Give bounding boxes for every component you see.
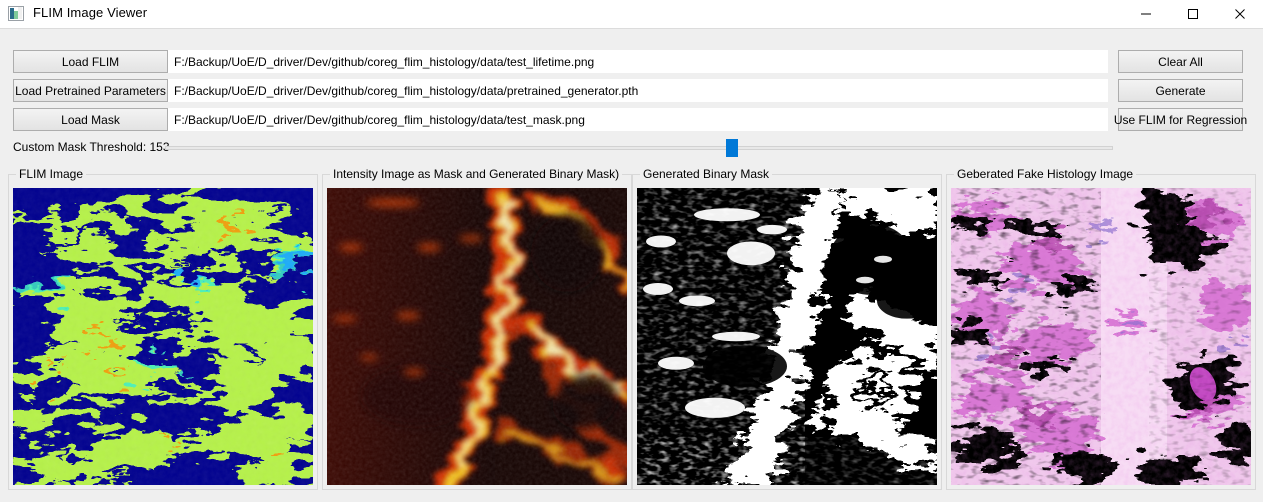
load-flim-button[interactable]: Load FLIM <box>13 50 168 73</box>
generate-button[interactable]: Generate <box>1118 79 1243 102</box>
panel-generated-binary-mask-legend: Generated Binary Mask <box>640 167 773 181</box>
load-pretrained-parameters-button[interactable]: Load Pretrained Parameters <box>13 79 168 102</box>
custom-mask-threshold-label: Custom Mask Threshold: 153 <box>13 140 170 154</box>
title-bar: FLIM Image Viewer <box>0 0 1263 29</box>
panel-fake-histology-image-legend: Geberated Fake Histology Image <box>954 167 1137 181</box>
panel-generated-binary-mask: Generated Binary Mask <box>632 167 942 490</box>
binary-mask-canvas <box>637 188 937 485</box>
fake-histology-he-stain-image <box>951 188 1251 485</box>
flim-image-canvas <box>13 188 313 485</box>
panel-fake-histology-image: Geberated Fake Histology Image <box>946 167 1256 490</box>
binary-black-white-mask-image <box>637 188 937 485</box>
custom-mask-threshold-slider[interactable] <box>165 139 1113 157</box>
intensity-image-canvas <box>327 188 627 485</box>
maximize-icon[interactable] <box>1170 0 1216 28</box>
slider-handle[interactable] <box>726 139 738 157</box>
use-flim-for-regression-button[interactable]: Use FLIM for Regression <box>1114 108 1247 131</box>
fake-histology-canvas <box>951 188 1251 485</box>
minimize-icon[interactable] <box>1123 0 1169 28</box>
flim-lifetime-jet-image <box>13 188 313 485</box>
slider-track[interactable] <box>165 146 1113 150</box>
load-mask-button[interactable]: Load Mask <box>13 108 168 131</box>
panel-flim-image: FLIM Image <box>8 167 318 490</box>
window-title: FLIM Image Viewer <box>33 5 148 20</box>
app-icon <box>8 6 24 21</box>
panel-intensity-image: Intensity Image as Mask and Generated Bi… <box>322 167 632 490</box>
close-icon[interactable] <box>1217 0 1263 28</box>
panel-flim-image-legend: FLIM Image <box>16 167 87 181</box>
pretrained-path-field[interactable]: F:/Backup/UoE/D_driver/Dev/github/coreg_… <box>168 79 1108 102</box>
clear-all-button[interactable]: Clear All <box>1118 50 1243 73</box>
flim-path-field[interactable]: F:/Backup/UoE/D_driver/Dev/github/coreg_… <box>168 50 1108 73</box>
intensity-hot-colormap-image <box>327 188 627 485</box>
panel-intensity-image-legend: Intensity Image as Mask and Generated Bi… <box>330 167 623 181</box>
mask-path-field[interactable]: F:/Backup/UoE/D_driver/Dev/github/coreg_… <box>168 108 1108 131</box>
